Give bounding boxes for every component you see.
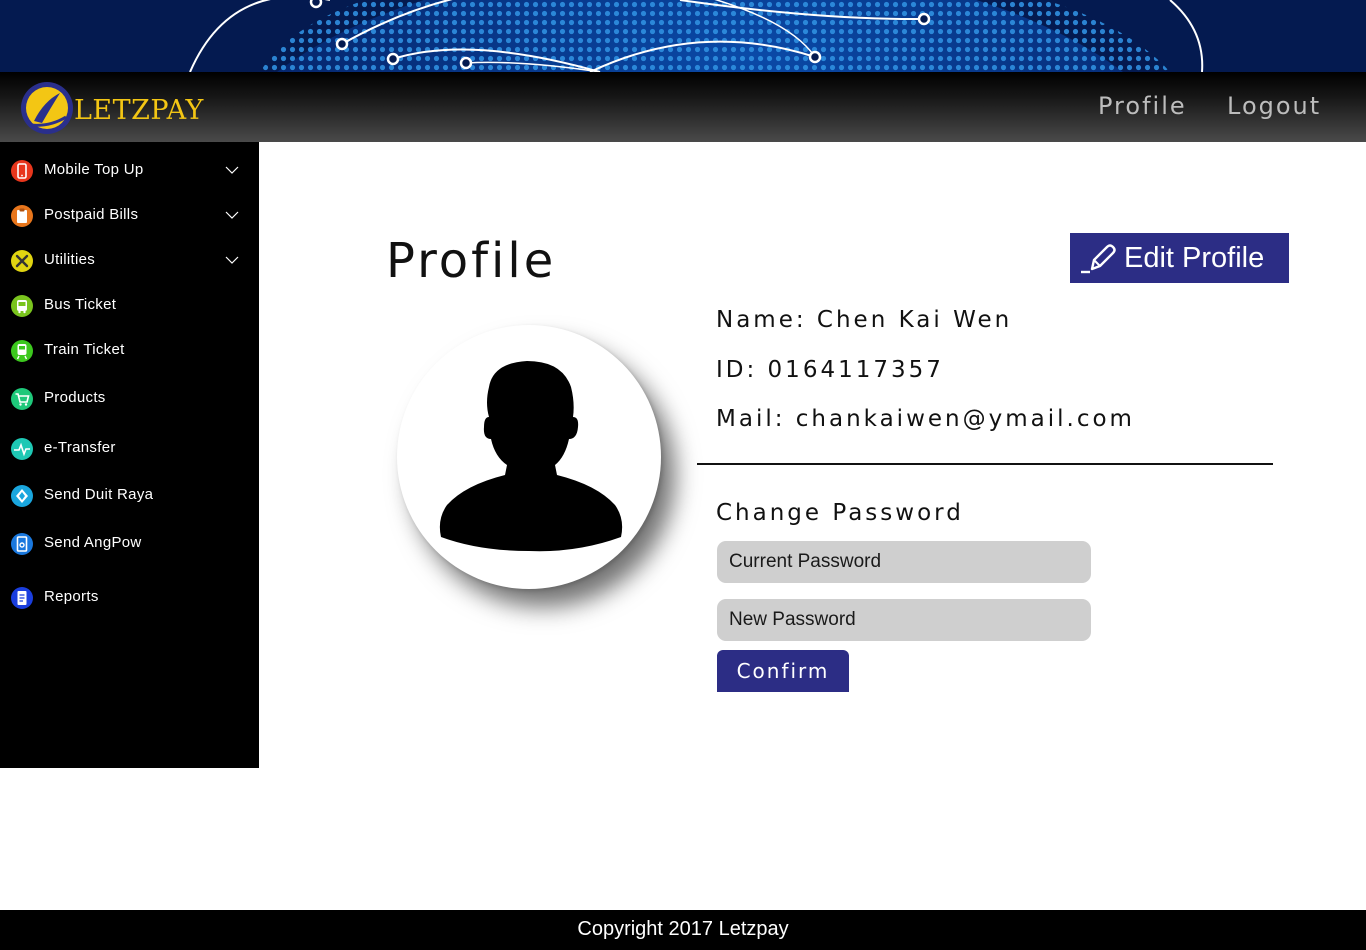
sidebar-item-label: e-Transfer (44, 439, 116, 456)
copyright-text: Copyright 2017 Letzpay (577, 918, 789, 940)
sidebar-item-label: Bus Ticket (44, 296, 117, 313)
chevron-down-icon (225, 211, 239, 219)
sidebar-item-label: Reports (44, 588, 99, 605)
new-password-input[interactable] (717, 599, 1091, 641)
confirm-button[interactable]: Confirm (717, 650, 849, 692)
edit-profile-label: Edit Profile (1124, 242, 1265, 274)
profile-mail: Mail: chankaiwen@ymail.com (716, 406, 1135, 432)
nav-logout-link[interactable]: Logout (1227, 92, 1321, 120)
profile-name: Name: Chen Kai Wen (716, 307, 1013, 333)
mobile-icon (11, 160, 33, 182)
sidebar-item-reports[interactable]: Reports (0, 578, 259, 618)
brand-name: LETZPAY (74, 95, 204, 126)
sidebar-item-bus-ticket[interactable]: Bus Ticket (0, 286, 259, 326)
user-silhouette-icon (439, 361, 623, 552)
sidebar-item-label: Products (44, 389, 106, 406)
logo-emblem-icon (21, 82, 73, 134)
train-icon (11, 340, 33, 362)
sidebar-item-utilities[interactable]: Utilities (0, 241, 259, 281)
top-banner (0, 0, 1366, 72)
sidebar-item-label: Send AngPow (44, 534, 142, 551)
transfer-icon (11, 438, 33, 460)
section-divider (697, 463, 1273, 465)
sidebar-item-mobile-top-up[interactable]: Mobile Top Up (0, 151, 259, 191)
chevron-down-icon (225, 256, 239, 264)
cart-icon (11, 388, 33, 410)
page-title: Profile (386, 233, 557, 289)
sidebar-item-send-angpow[interactable]: Send AngPow (0, 524, 259, 564)
footer: Copyright 2017 Letzpay (0, 910, 1366, 950)
sidebar: Mobile Top Up Postpaid Bills Utilities B… (0, 142, 259, 768)
profile-id: ID: 0164117357 (716, 357, 944, 383)
sidebar-item-postpaid-bills[interactable]: Postpaid Bills (0, 196, 259, 236)
sidebar-item-label: Postpaid Bills (44, 206, 139, 223)
bus-icon (11, 295, 33, 317)
sidebar-item-products[interactable]: Products (0, 379, 259, 419)
pencil-icon (1081, 244, 1116, 274)
edit-profile-button[interactable]: Edit Profile (1070, 233, 1289, 283)
letzpay-logo[interactable]: LETZPAY (20, 81, 210, 135)
clipboard-icon (11, 205, 33, 227)
sidebar-item-label: Mobile Top Up (44, 161, 144, 178)
sidebar-item-label: Utilities (44, 251, 96, 268)
sidebar-item-label: Send Duit Raya (44, 486, 154, 503)
sidebar-item-label: Train Ticket (44, 341, 125, 358)
chevron-down-icon (225, 166, 239, 174)
diamond-icon (11, 485, 33, 507)
sidebar-item-e-transfer[interactable]: e-Transfer (0, 429, 259, 469)
envelope-icon (11, 533, 33, 555)
tools-icon (11, 250, 33, 272)
current-password-input[interactable] (717, 541, 1091, 583)
header-bar: LETZPAY Profile Logout (0, 72, 1366, 142)
document-icon (11, 587, 33, 609)
change-password-heading: Change Password (716, 500, 964, 526)
avatar (397, 325, 661, 589)
sidebar-item-send-duit-raya[interactable]: Send Duit Raya (0, 476, 259, 516)
globe-network-graphic (0, 0, 1366, 72)
nav-profile-link[interactable]: Profile (1098, 92, 1187, 120)
sidebar-item-train-ticket[interactable]: Train Ticket (0, 331, 259, 371)
